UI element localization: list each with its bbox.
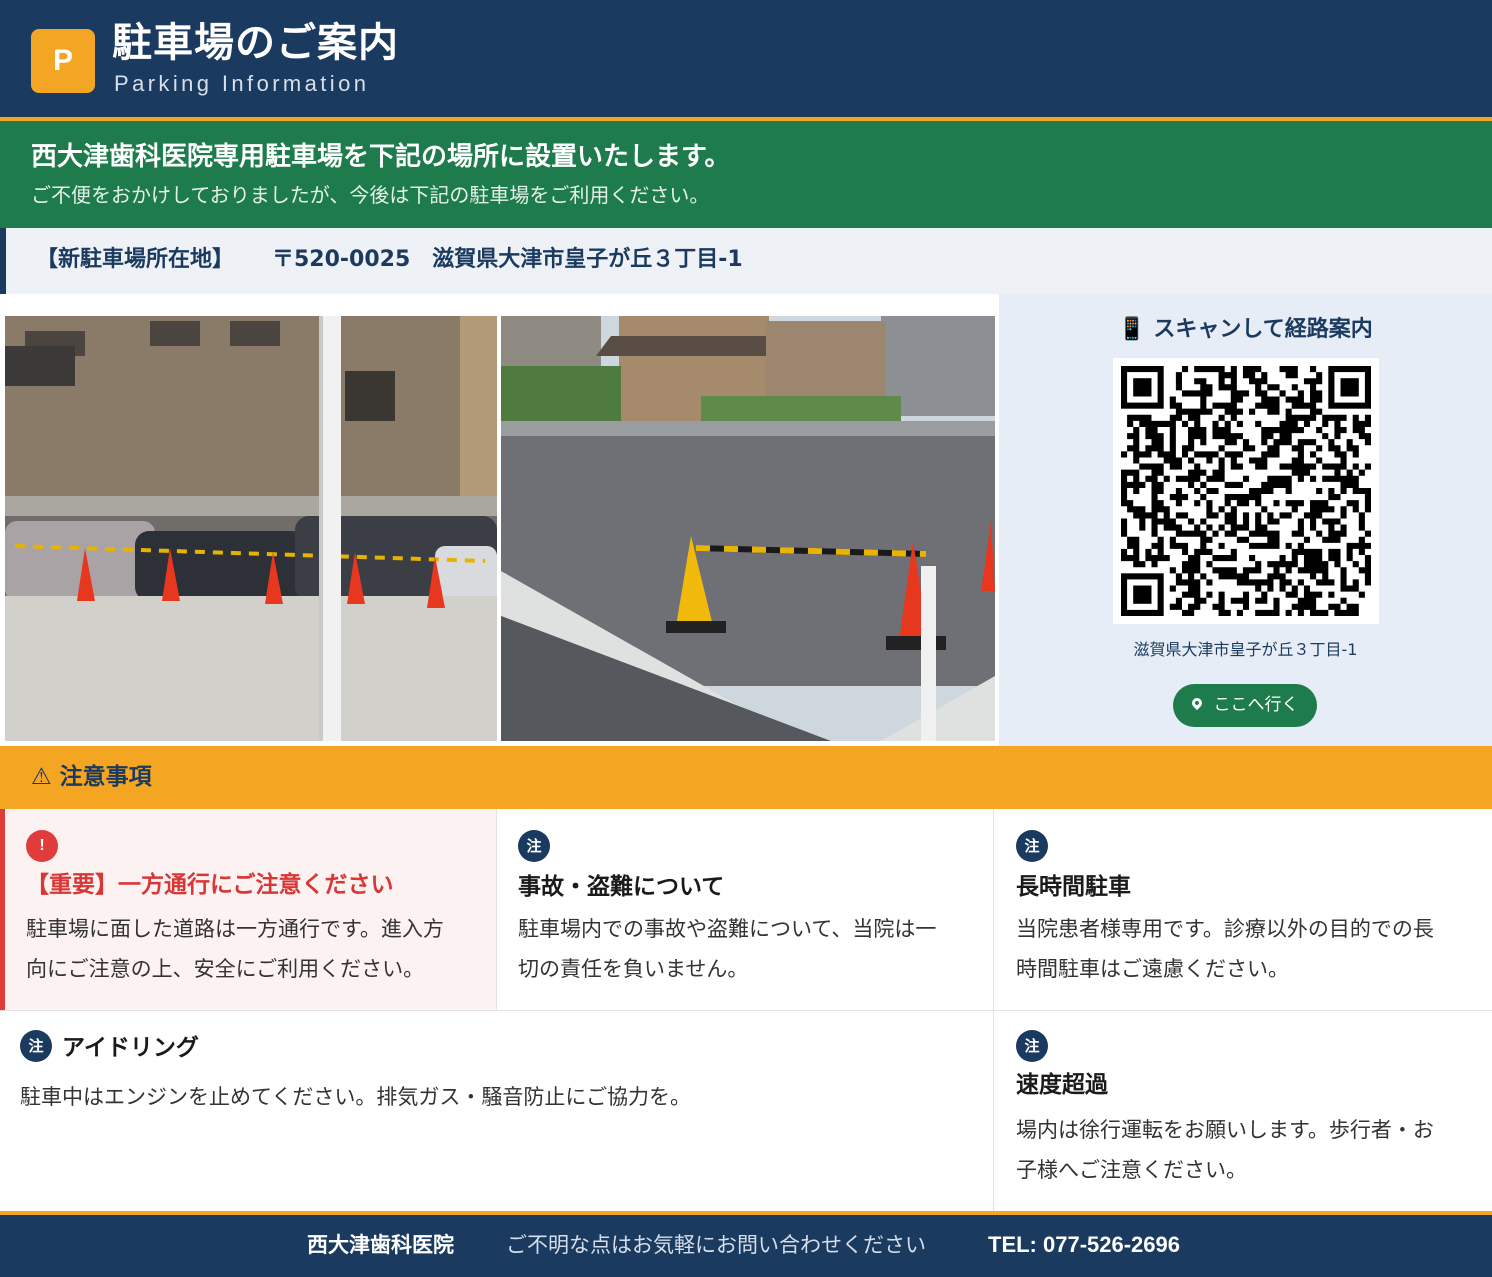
alert-icon: ! [26, 830, 58, 862]
caution-card-text-line: 当院患者様専用です。診療以外の目的での長 [1016, 917, 1434, 941]
caution-card-text-line: 切の責任を負いません。 [518, 957, 749, 981]
caution-card-title: アイドリング [62, 1035, 199, 1061]
parking-icon: P [31, 29, 95, 93]
phone-number[interactable]: TEL: 077-526-2696 [988, 1229, 1180, 1261]
parking-photo-2 [501, 316, 995, 741]
caution-card-text-line: 駐車場内での事故や盗難について、当院は一 [518, 917, 937, 941]
caution-card-title: 事故・盗難について [518, 874, 725, 900]
qr-title: 📱 スキャンして経路案内 [1118, 317, 1373, 342]
caution-card-text-line: 向にご注意の上、安全にご利用ください。 [26, 957, 425, 981]
caution-card-text-line: 子様へご注意ください。 [1016, 1158, 1247, 1182]
notice-sub-text: ご不便をおかけしておりましたが、今後は下記の駐車場をご利用ください。 [31, 183, 710, 207]
page-subtitle: Parking Information [114, 71, 370, 96]
note-icon: 注 [518, 830, 550, 862]
go-here-label: ここへ行く [1213, 695, 1299, 715]
qr-address: 滋賀県大津市皇子が丘３丁目-1 [1133, 640, 1358, 659]
qr-code[interactable] [1113, 358, 1379, 624]
caution-card-text-line: 場内は徐行運転をお願いします。歩行者・お [1016, 1118, 1434, 1142]
footer-message: ご不明な点はお気軽にお問い合わせください [506, 1233, 926, 1257]
caution-card-title: 【重要】一方通行にご注意ください [26, 872, 394, 898]
caution-card-title: 速度超過 [1016, 1072, 1108, 1098]
divider [0, 1010, 1492, 1011]
parking-photo-1 [5, 316, 497, 741]
caution-card-text-line: 駐車中はエンジンを止めてください。排気ガス・騒音防止にご協力を。 [20, 1085, 691, 1109]
divider [496, 809, 497, 1010]
notice-main-text: 西大津歯科医院専用駐車場を下記の場所に設置いたします。 [31, 142, 731, 172]
note-icon: 注 [20, 1030, 52, 1062]
caution-card-text-line: 時間駐車はご遠慮ください。 [1016, 957, 1289, 981]
note-icon: 注 [1016, 1030, 1048, 1062]
clinic-name: 西大津歯科医院 [307, 1233, 454, 1257]
caution-header [0, 746, 1492, 809]
address-text: 〒520-0025 滋賀県大津市皇子が丘３丁目-1 [272, 247, 743, 272]
caution-card-title: 長時間駐車 [1016, 874, 1131, 900]
caution-title: ⚠ 注意事項 [31, 764, 152, 790]
address-label: 【新駐車場所在地】 [36, 247, 235, 272]
notice-banner [0, 121, 1492, 228]
caution-card-text-line: 駐車場に面した道路は一方通行です。進入方 [26, 917, 444, 941]
go-here-button[interactable]: ここへ行く [1173, 684, 1317, 727]
map-pin-icon [1189, 695, 1204, 711]
note-icon: 注 [1016, 830, 1048, 862]
page-title: 駐車場のご案内 [112, 20, 399, 66]
